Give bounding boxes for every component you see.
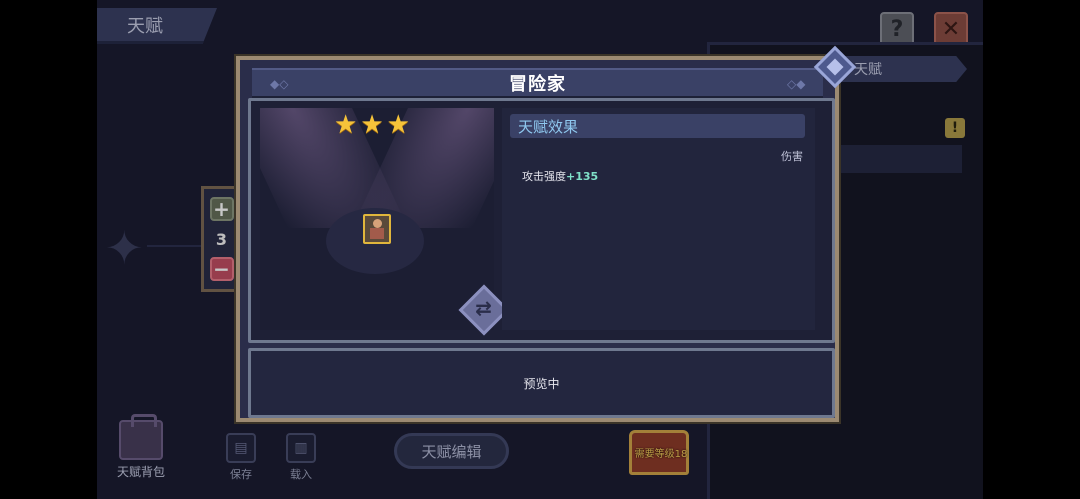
- background-line: [147, 245, 207, 247]
- plus-icon: +: [213, 197, 230, 221]
- stat-label: 攻击强度: [522, 170, 566, 183]
- title-right-ornament-icon: ◇◆: [787, 77, 806, 91]
- modal-title: 冒险家: [509, 74, 566, 95]
- character-preview-panel: ★ ★ ★: [260, 108, 494, 330]
- background-star-decoration: ✦: [105, 221, 144, 275]
- load-button[interactable]: ▥ 载入: [286, 433, 316, 482]
- question-icon: ?: [890, 16, 904, 42]
- talent-effect-panel: 天赋效果 伤害 攻击强度+135: [502, 108, 815, 330]
- talent-edit-label: 天赋编辑: [421, 442, 482, 461]
- increase-button[interactable]: +: [209, 197, 234, 221]
- help-button[interactable]: ?: [880, 12, 914, 46]
- talent-edit-button[interactable]: 天赋编辑: [394, 433, 509, 469]
- stat-bonus: +135: [566, 170, 599, 183]
- close-icon: ✕: [941, 16, 961, 42]
- level-counter: + 3 −: [201, 186, 239, 292]
- alert-badge-icon[interactable]: !: [945, 118, 965, 138]
- counter-value: 3: [215, 229, 228, 249]
- load-icon: ▥: [286, 433, 316, 463]
- decrease-button[interactable]: −: [209, 257, 234, 281]
- save-label: 保存: [230, 468, 252, 481]
- modal-title-bar: ◆◇ 冒险家 ◇◆: [252, 68, 823, 98]
- talent-bag-button[interactable]: 天赋背包: [117, 414, 166, 480]
- save-icon: ▤: [226, 433, 256, 463]
- alert-badge-text: !: [951, 120, 959, 136]
- minus-icon: −: [213, 257, 230, 281]
- adventurer-character-icon: [363, 214, 391, 244]
- star-rating: ★ ★ ★: [334, 112, 410, 138]
- title-left-ornament-icon: ◆◇: [270, 77, 289, 91]
- star-icon: ★: [386, 110, 410, 140]
- star-icon: ★: [360, 110, 384, 140]
- close-button[interactable]: ✕: [934, 12, 968, 46]
- effect-heading: 天赋效果: [510, 114, 805, 138]
- save-button[interactable]: ▤ 保存: [226, 433, 256, 482]
- talent-tab[interactable]: 天赋: [97, 8, 217, 44]
- backpack-icon: [119, 414, 163, 460]
- load-label: 载入: [290, 468, 312, 481]
- talent-detail-modal: ◆◇ 冒险家 ◇◆ ★★★ 天赋效果 伤害 攻击强度+135 预览中: [236, 45, 857, 422]
- talent-bag-label: 天赋背包: [117, 465, 166, 479]
- chest-requirement-label: 需要等级18: [634, 449, 688, 460]
- effect-heading-label: 天赋效果: [518, 117, 579, 136]
- preview-status-text: 预览中: [523, 376, 560, 391]
- preview-status-bar: 预览中: [248, 348, 835, 418]
- star-icon: ★: [334, 110, 358, 140]
- effect-stat-line: 攻击强度+135: [522, 168, 598, 184]
- talent-list-row[interactable]: [837, 145, 962, 173]
- effect-type-tag: 伤害: [781, 150, 803, 163]
- talent-tab-label: 天赋: [127, 15, 163, 37]
- talent-list-header-label: 天赋: [854, 62, 882, 78]
